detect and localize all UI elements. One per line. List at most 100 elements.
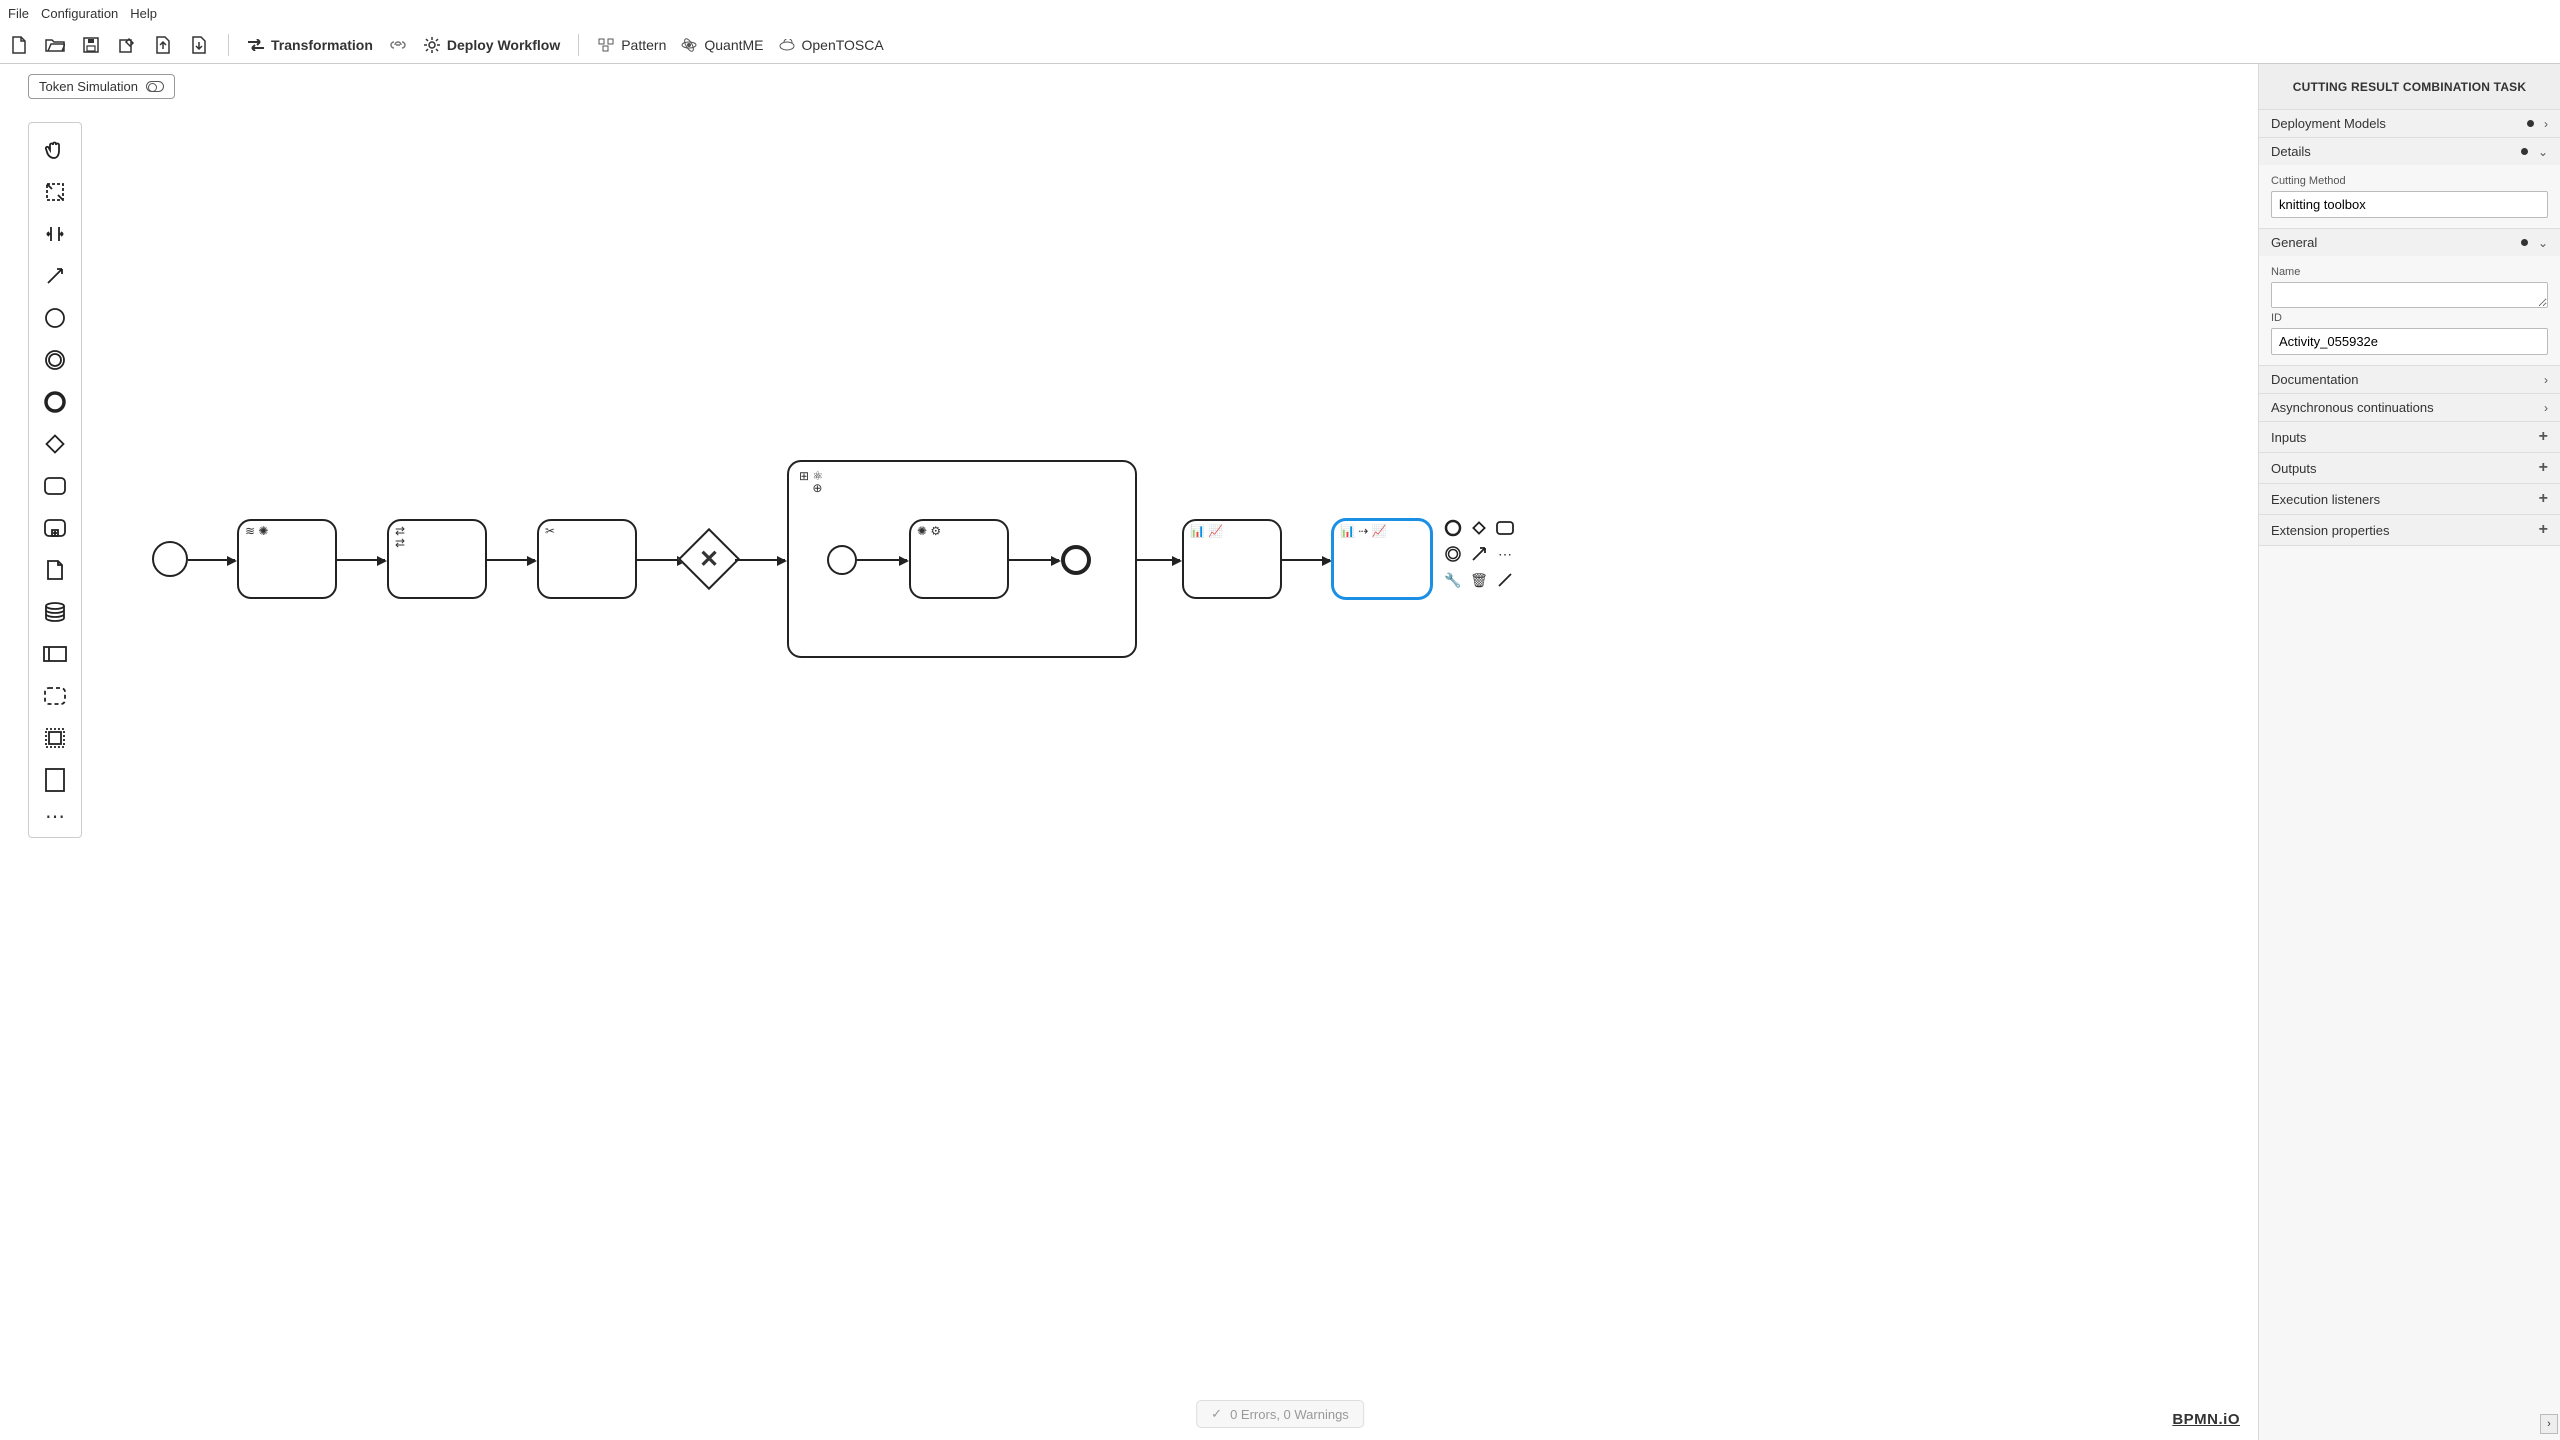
group-header-inputs[interactable]: Inputs + [2259, 422, 2560, 452]
plus-icon[interactable]: + [2539, 459, 2548, 477]
group-outputs: Outputs + [2259, 453, 2560, 484]
id-input[interactable] [2271, 328, 2548, 355]
name-label: Name [2271, 266, 2548, 278]
pattern-icon [597, 36, 615, 54]
deploy-workflow-label: Deploy Workflow [447, 37, 560, 53]
task-icon: 📊 ⇢ 📈 [1340, 525, 1387, 537]
task-node-selected[interactable]: 📊 ⇢ 📈 [1332, 519, 1432, 599]
seq-flow[interactable] [1009, 559, 1059, 561]
status-bar[interactable]: ✓ 0 Errors, 0 Warnings [1196, 1400, 1364, 1428]
seq-flow[interactable] [735, 559, 785, 561]
upload-icon[interactable] [152, 34, 174, 56]
chevron-right-icon: › [2544, 401, 2548, 415]
menu-file[interactable]: File [8, 6, 29, 21]
group-header-documentation[interactable]: Documentation › [2259, 366, 2560, 393]
properties-title: CUTTING RESULT COMBINATION TASK [2259, 64, 2560, 110]
subprocess-icon: ⊞ ⚛ ⊕ [799, 470, 823, 494]
seq-flow[interactable] [857, 559, 907, 561]
properties-panel: CUTTING RESULT COMBINATION TASK Deployme… [2258, 64, 2560, 1440]
cp-delete[interactable]: 🗑 [1468, 569, 1490, 591]
cp-annotate[interactable] [1494, 569, 1516, 591]
id-label: ID [2271, 312, 2548, 324]
panel-collapse-button[interactable]: › [2540, 1414, 2558, 1434]
cp-connect[interactable] [1468, 543, 1490, 565]
cp-append-task[interactable] [1494, 517, 1516, 539]
transformation-button[interactable]: Transformation [247, 36, 373, 54]
transformation-icon [247, 36, 265, 54]
indicator-dot-icon [2521, 148, 2528, 155]
new-file-icon[interactable] [8, 34, 30, 56]
seq-flow[interactable] [188, 559, 235, 561]
cp-more[interactable]: ⋯ [1494, 543, 1516, 565]
bpmn-io-logo[interactable]: BPMN.iO [2172, 1411, 2240, 1428]
task-icon: ⇄⇄ [395, 525, 405, 549]
quantme-label: QuantME [704, 37, 763, 53]
group-header-outputs[interactable]: Outputs + [2259, 453, 2560, 483]
quantme-button[interactable]: QuantME [680, 36, 763, 54]
menu-configuration[interactable]: Configuration [41, 6, 118, 21]
bpmn-canvas[interactable]: ≋ ✺ ⇄⇄ ✂ ✕ ⊞ ⚛ ⊕ ✺ ⚙ [0, 64, 2560, 1440]
sub-task-node[interactable]: ✺ ⚙ [909, 519, 1009, 599]
save-icon[interactable] [80, 34, 102, 56]
name-input[interactable] [2271, 282, 2548, 308]
open-folder-icon[interactable] [44, 34, 66, 56]
seq-flow[interactable] [1137, 559, 1180, 561]
group-ext-props: Extension properties + [2259, 515, 2560, 546]
quantme-icon [680, 36, 698, 54]
chevron-right-icon: › [2544, 373, 2548, 387]
task-node-4[interactable]: 📊 📈 [1182, 519, 1282, 599]
status-text: 0 Errors, 0 Warnings [1230, 1407, 1349, 1422]
edit-icon[interactable] [116, 34, 138, 56]
sub-end-event[interactable] [1061, 545, 1091, 575]
task-icon: ✺ ⚙ [917, 525, 941, 537]
task-node-2[interactable]: ⇄⇄ [387, 519, 487, 599]
download-icon[interactable] [188, 34, 210, 56]
task-icon: ≋ ✺ [245, 525, 268, 537]
task-node-3[interactable]: ✂ [537, 519, 637, 599]
group-async: Asynchronous continuations › [2259, 394, 2560, 422]
gateway-x-icon: ✕ [687, 537, 731, 581]
opentosca-label: OpenTOSCA [802, 37, 884, 53]
main-area: Token Simulation ⋯ ≋ ✺ ⇄⇄ [0, 64, 2560, 1440]
cutting-method-label: Cutting Method [2271, 175, 2548, 187]
group-header-exec[interactable]: Execution listeners + [2259, 484, 2560, 514]
group-header-general[interactable]: General ⌄ [2259, 229, 2560, 256]
plus-icon[interactable]: + [2539, 428, 2548, 446]
sub-start-event[interactable] [827, 545, 857, 575]
chevron-right-icon: › [2544, 117, 2548, 131]
seq-flow[interactable] [1282, 559, 1330, 561]
menu-bar: File Configuration Help [0, 0, 2560, 26]
cp-append-intermediate[interactable] [1442, 543, 1464, 565]
toolbar-separator [228, 34, 229, 56]
chevron-down-icon: ⌄ [2538, 145, 2548, 159]
plus-icon[interactable]: + [2539, 490, 2548, 508]
pattern-button[interactable]: Pattern [597, 36, 666, 54]
transformation-label: Transformation [271, 37, 373, 53]
group-header-details[interactable]: Details ⌄ [2259, 138, 2560, 165]
deploy-workflow-button[interactable]: Deploy Workflow [423, 36, 560, 54]
group-header-deployment[interactable]: Deployment Models › [2259, 110, 2560, 137]
cp-append-end-event[interactable] [1442, 517, 1464, 539]
start-event-node[interactable] [152, 541, 188, 577]
group-documentation: Documentation › [2259, 366, 2560, 394]
group-header-async[interactable]: Asynchronous continuations › [2259, 394, 2560, 421]
gear-icon [423, 36, 441, 54]
indicator-dot-icon [2527, 120, 2534, 127]
menu-help[interactable]: Help [130, 6, 157, 21]
toolbar: Transformation Deploy Workflow Pattern Q… [0, 26, 2560, 64]
opentosca-button[interactable]: OpenTOSCA [778, 36, 884, 54]
group-general: General ⌄ Name ID [2259, 229, 2560, 366]
task-node-1[interactable]: ≋ ✺ [237, 519, 337, 599]
plus-icon[interactable]: + [2539, 521, 2548, 539]
seq-flow[interactable] [487, 559, 535, 561]
cutting-method-input[interactable] [2271, 191, 2548, 218]
pattern-label: Pattern [621, 37, 666, 53]
seq-flow[interactable] [337, 559, 385, 561]
group-exec-listeners: Execution listeners + [2259, 484, 2560, 515]
task-icon: 📊 📈 [1190, 525, 1223, 537]
group-header-ext[interactable]: Extension properties + [2259, 515, 2560, 545]
opentosca-icon [778, 36, 796, 54]
cp-wrench[interactable]: 🔧 [1442, 569, 1464, 591]
cp-append-gateway[interactable] [1468, 517, 1490, 539]
link-icon[interactable] [387, 34, 409, 56]
